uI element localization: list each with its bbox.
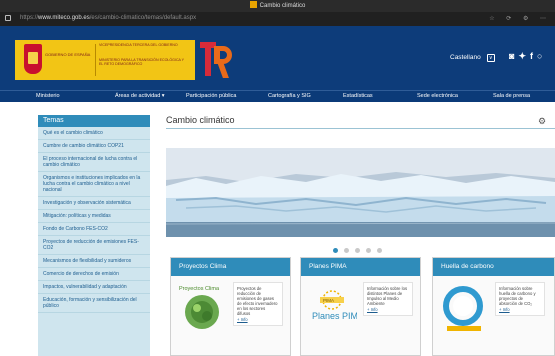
sidebar-heading: Temas [38, 115, 150, 127]
social-links: ◙✦f○ [509, 51, 546, 62]
card-huella-carbono[interactable]: Huella de carbono Información sobre huel… [432, 257, 555, 356]
hero-carousel-image[interactable] [166, 148, 555, 237]
page-title: Cambio climático [166, 115, 235, 125]
language-select[interactable]: Castellano ∨ [450, 54, 495, 62]
card-proyectos-clima[interactable]: Proyectos Clima Proyectos Clima Proyecto… [170, 257, 291, 356]
browser-toolbar-icons[interactable]: ☆ ⟳ ⚙ ⋯ [489, 15, 551, 22]
government-logo-block[interactable]: GOBIERNO DE ESPAÑA VICEPRESIDENCIA TERCE… [15, 40, 195, 80]
sidebar-item-proyectos-reduccion[interactable]: Proyectos de reducción de emisiones FES-… [38, 236, 150, 255]
carousel-dot[interactable] [344, 248, 349, 253]
chevron-down-icon: ∨ [486, 54, 495, 62]
gear-icon[interactable]: ⚙ [538, 116, 546, 127]
ministry-text: MINISTERIO PARA LA TRANSICIÓN ECOLÓGICA … [99, 58, 185, 67]
carousel-dot[interactable] [355, 248, 360, 253]
window-title: Cambio climático [259, 3, 306, 9]
card-title[interactable]: Huella de carbono [433, 258, 554, 276]
huella-carbono-logo-icon [439, 282, 489, 332]
svg-text:PIMA: PIMA [323, 298, 334, 303]
tr-logo-icon[interactable] [200, 42, 236, 82]
title-divider [166, 128, 555, 129]
twitter-icon[interactable]: ✦ [518, 51, 530, 61]
sidebar-item-organismos[interactable]: Organismos e instituciones implicados en… [38, 172, 150, 197]
carousel-dots [333, 240, 388, 258]
sidebar-item-mitigacion[interactable]: Mitigación: políticas y medidas [38, 210, 150, 223]
sidebar: Temas Qué es el cambio climático Cumbre … [38, 115, 150, 356]
vicepresidency-text: VICEPRESIDENCIA TERCERA DEL GOBIERNO [99, 43, 178, 47]
lock-icon [5, 15, 11, 21]
card-description: Información sobre huella de carbono y pr… [495, 282, 545, 316]
carousel-dot[interactable] [333, 248, 338, 253]
sidebar-item-educacion[interactable]: Educación, formación y sensibilización d… [38, 294, 150, 313]
sidebar-item-fondo-carbono[interactable]: Fondo de Carbono FES-CO2 [38, 223, 150, 236]
sidebar-item-investigacion[interactable]: Investigación y observación sistemática [38, 197, 150, 210]
more-info-link[interactable]: + Info [499, 307, 541, 312]
carousel-dot[interactable] [377, 248, 382, 253]
nav-item-ministerio[interactable]: Ministerio [36, 93, 60, 99]
browser-titlebar: Cambio climático [0, 0, 555, 12]
more-info-link[interactable]: + Info [237, 317, 279, 322]
sidebar-item-comercio[interactable]: Comercio de derechos de emisión [38, 268, 150, 281]
svg-text:Proyectos Clima: Proyectos Clima [179, 286, 220, 292]
nav-item-prensa[interactable]: Sala de prensa [493, 93, 530, 99]
more-social-icon[interactable]: ○ [537, 51, 546, 61]
sidebar-item-que-es[interactable]: Qué es el cambio climático [38, 127, 150, 140]
nav-item-sede[interactable]: Sede electrónica [417, 93, 458, 99]
url-text[interactable]: https://www.miteco.gob.es/es/cambio-clim… [20, 15, 196, 21]
site-favicon-icon [249, 1, 257, 8]
coat-of-arms-icon [24, 44, 42, 74]
nav-item-areas[interactable]: Áreas de actividad ▾ [115, 93, 165, 99]
main-navigation: Ministerio Áreas de actividad ▾ Particip… [0, 90, 555, 102]
svg-text:Planes PIMA: Planes PIMA [312, 311, 357, 321]
address-bar[interactable]: https://www.miteco.gob.es/es/cambio-clim… [0, 12, 555, 26]
card-description: Proyectos de reducción de emisiones de g… [233, 282, 283, 326]
card-planes-pima[interactable]: Planes PIMA PIMA Planes PIMA Información… [300, 257, 421, 356]
facebook-icon[interactable]: f [530, 51, 537, 61]
nav-item-cartografia[interactable]: Cartografía y SIG [268, 93, 311, 99]
sidebar-item-proceso-internacional[interactable]: El proceso internacional de lucha contra… [38, 153, 150, 172]
sidebar-item-impactos[interactable]: Impactos, vulnerabilidad y adaptación [38, 281, 150, 294]
card-title[interactable]: Planes PIMA [301, 258, 420, 276]
proyectos-clima-logo-icon: Proyectos Clima [177, 282, 227, 332]
carousel-dot[interactable] [366, 248, 371, 253]
government-name: GOBIERNO DE ESPAÑA [45, 52, 91, 57]
sidebar-item-mecanismos[interactable]: Mecanismos de flexibilidad y sumideros [38, 255, 150, 268]
nav-item-participacion[interactable]: Participación pública [186, 93, 236, 99]
nav-item-estadisticas[interactable]: Estadísticas [343, 93, 373, 99]
sidebar-item-cop21[interactable]: Cumbre de cambio climático COP21 [38, 140, 150, 153]
language-selected: Castellano [450, 54, 481, 61]
planes-pima-logo-icon: PIMA Planes PIMA [307, 282, 364, 332]
card-description: Información sobre los distintos Planes d… [363, 282, 413, 316]
more-info-link[interactable]: + Info [367, 307, 409, 312]
card-title[interactable]: Proyectos Clima [171, 258, 290, 276]
